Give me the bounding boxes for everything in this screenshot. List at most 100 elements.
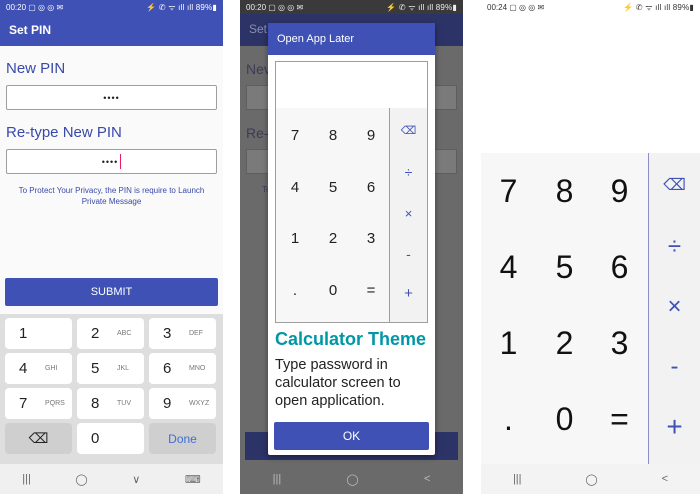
calc-key[interactable]: 4 xyxy=(481,249,536,286)
retype-pin-label: Re-type New PIN xyxy=(6,124,122,141)
nav-bar: ||| ◯ < xyxy=(240,464,463,494)
key-2[interactable]: 2 ABC xyxy=(77,318,144,349)
keyboard-switch-icon[interactable]: ⌨ xyxy=(185,473,201,486)
home-button[interactable]: ◯ xyxy=(75,473,87,486)
key-digit: 2 xyxy=(91,325,100,342)
calc-key[interactable]: 0 xyxy=(537,401,592,438)
key-letters: JKL xyxy=(117,365,130,372)
key-digit: 5 xyxy=(91,360,100,377)
key-8[interactable]: 8 TUV xyxy=(77,388,144,419)
calc-plus-icon[interactable]: + xyxy=(649,411,700,443)
key-digit: 8 xyxy=(91,395,100,412)
home-button[interactable]: ◯ xyxy=(346,473,358,486)
recent-apps-button[interactable]: ||| xyxy=(22,473,31,485)
calc-key[interactable]: 6 xyxy=(592,249,647,286)
home-button[interactable]: ◯ xyxy=(585,473,597,486)
key-letters: ABC xyxy=(117,330,132,337)
recent-apps-button[interactable]: ||| xyxy=(273,473,282,485)
calc-key[interactable]: 1 xyxy=(276,230,314,247)
nav-bar: ||| ◯ < xyxy=(481,464,700,494)
back-button[interactable]: < xyxy=(424,473,430,485)
calc-key[interactable]: 4 xyxy=(276,179,314,196)
text-caret xyxy=(120,154,122,169)
status-notification-icons: ▢ ◎ ◎ ✉ xyxy=(509,2,545,12)
calc-backspace-icon[interactable]: ⌫ xyxy=(649,175,700,195)
calc-multiply-icon[interactable]: × xyxy=(649,293,700,321)
calc-key[interactable]: 5 xyxy=(314,179,352,196)
status-bar: 00:20 ▢ ◎ ◎ ✉ ⚡ ✆ ᯤ ıll ıll 89%▮ xyxy=(0,0,223,14)
key-digit: 0 xyxy=(91,430,100,447)
calc-key[interactable]: 6 xyxy=(352,179,390,196)
calculator-preview: 7 8 9 4 5 6 1 2 3 . 0 = ⌫ ÷ × - + xyxy=(275,61,428,323)
key-1[interactable]: 1 xyxy=(5,318,72,349)
key-5[interactable]: 5 JKL xyxy=(77,353,144,384)
calc-divide-icon[interactable]: ÷ xyxy=(390,164,427,180)
status-notification-icons: ▢ ◎ ◎ ✉ xyxy=(268,2,304,12)
calc-key[interactable]: 8 xyxy=(537,173,592,210)
calc-key[interactable]: 3 xyxy=(592,325,647,362)
key-digit: 4 xyxy=(19,360,28,377)
backspace-icon: ⌫ xyxy=(28,430,49,446)
status-system-icons: ⚡ ✆ ᯤ ıll ıll 89%▮ xyxy=(623,2,694,12)
calc-key[interactable]: 2 xyxy=(537,325,592,362)
key-digit: 7 xyxy=(19,395,28,412)
calc-key[interactable]: 3 xyxy=(352,230,390,247)
calc-key[interactable]: 7 xyxy=(276,127,314,144)
calc-key[interactable]: 7 xyxy=(481,173,536,210)
recent-apps-button[interactable]: ||| xyxy=(513,473,522,485)
calc-key[interactable]: 5 xyxy=(537,249,592,286)
hide-keyboard-button[interactable]: ∨ xyxy=(132,473,140,486)
calculator-operators: ⌫ ÷ × - + xyxy=(389,108,427,322)
status-time: 00:20 xyxy=(6,2,27,12)
theme-description: Type password in calculator screen to op… xyxy=(275,357,401,409)
retype-pin-value: •••• xyxy=(101,156,119,167)
numeric-keyboard: 1 2 ABC 3 DEF 4 GHI 5 JKL 6 MNO 7 PQRS 8 TUV 9 W… xyxy=(0,314,223,464)
new-pin-label: New PIN xyxy=(6,60,66,77)
ok-button[interactable]: OK xyxy=(274,422,429,450)
key-letters: PQRS xyxy=(45,400,65,407)
key-3[interactable]: 3 DEF xyxy=(149,318,216,349)
calc-key[interactable]: . xyxy=(481,401,536,438)
calc-key[interactable]: = xyxy=(352,282,390,299)
status-time: 00:20 xyxy=(246,2,267,12)
key-4[interactable]: 4 GHI xyxy=(5,353,72,384)
calc-key[interactable]: 0 xyxy=(314,282,352,299)
calc-key[interactable]: 9 xyxy=(352,127,390,144)
key-6[interactable]: 6 MNO xyxy=(149,353,216,384)
retype-pin-input[interactable]: •••• xyxy=(6,149,217,174)
new-pin-value: •••• xyxy=(103,92,120,103)
calculator-screen: 00:24 ▢ ◎ ◎ ✉ ⚡ ✆ ᯤ ıll ıll 89%▮ 7 8 9 4… xyxy=(481,0,700,494)
calc-plus-icon[interactable]: + xyxy=(390,285,427,302)
calc-key[interactable]: 9 xyxy=(592,173,647,210)
done-key[interactable]: Done xyxy=(149,423,216,454)
key-letters: TUV xyxy=(117,400,131,407)
back-button[interactable]: < xyxy=(662,473,668,485)
calc-minus-icon[interactable]: - xyxy=(390,246,427,262)
key-0[interactable]: 0 xyxy=(77,423,144,454)
calc-key[interactable]: . xyxy=(276,282,314,299)
calc-minus-icon[interactable]: - xyxy=(649,353,700,381)
set-pin-screen: 00:20 ▢ ◎ ◎ ✉ ⚡ ✆ ᯤ ıll ıll 89%▮ Set PIN… xyxy=(0,0,223,494)
calc-key[interactable]: 1 xyxy=(481,325,536,362)
key-letters: GHI xyxy=(45,365,58,372)
privacy-note: To Protect Your Privacy, the PIN is requ… xyxy=(18,186,205,206)
dialog-title: Open App Later xyxy=(268,23,435,55)
calc-multiply-icon[interactable]: × xyxy=(390,206,427,221)
key-7[interactable]: 7 PQRS xyxy=(5,388,72,419)
key-letters: MNO xyxy=(189,365,206,372)
status-notification-icons: ▢ ◎ ◎ ✉ xyxy=(28,2,64,12)
status-bar: 00:20 ▢ ◎ ◎ ✉ ⚡ ✆ ᯤ ıll ıll 89%▮ xyxy=(240,0,463,14)
key-9[interactable]: 9 WXYZ xyxy=(149,388,216,419)
theme-title: Calculator Theme xyxy=(275,329,427,349)
calc-key[interactable]: 8 xyxy=(314,127,352,144)
backspace-key[interactable]: ⌫ xyxy=(5,423,72,454)
calc-key[interactable]: = xyxy=(592,401,647,438)
open-app-later-dialog: Open App Later 7 8 9 4 5 6 1 2 3 . 0 = ⌫… xyxy=(268,23,435,455)
new-pin-input[interactable]: •••• xyxy=(6,85,217,110)
calc-backspace-icon[interactable]: ⌫ xyxy=(390,124,427,137)
submit-button[interactable]: SUBMIT xyxy=(5,278,218,306)
calc-key[interactable]: 2 xyxy=(314,230,352,247)
calc-divide-icon[interactable]: ÷ xyxy=(649,233,700,261)
nav-bar: ||| ◯ ∨ ⌨ xyxy=(0,464,223,494)
calculator-display xyxy=(276,62,427,108)
